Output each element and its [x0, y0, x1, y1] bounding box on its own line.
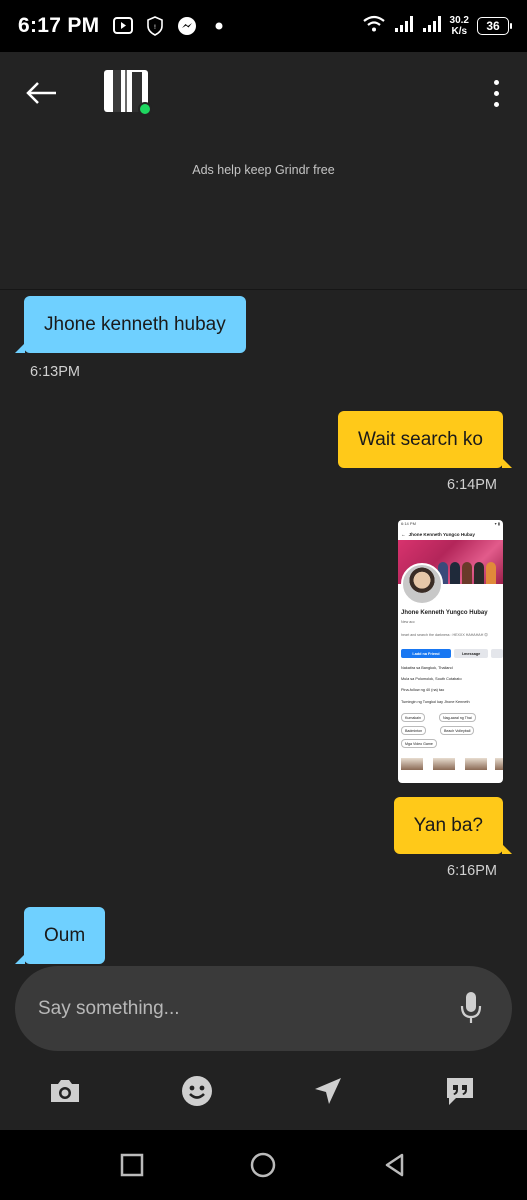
arrow-left-icon [26, 82, 56, 104]
back-nav-button[interactable] [382, 1152, 408, 1178]
signal-icon [394, 15, 414, 38]
status-time: 6:17 PM [18, 14, 100, 37]
svg-text:!: ! [154, 24, 156, 31]
message-bubble-incoming[interactable]: Oum [14, 907, 106, 964]
shared-image-message[interactable]: 6:14 PM ▾ ▮ ← Jhone Kenneth Yungco Hubay … [398, 520, 503, 783]
message-timestamp: 6:13PM [30, 364, 80, 380]
status-bar: 6:17 PM ! 30.2 K/s 36 [0, 0, 527, 52]
messenger-icon [177, 16, 197, 36]
message-timestamp: 6:14PM [447, 477, 497, 493]
camera-button[interactable] [48, 1074, 82, 1108]
system-navigation-bar [0, 1130, 527, 1200]
back-arrow-icon: ← [401, 531, 406, 537]
saved-phrases-button[interactable] [443, 1074, 477, 1108]
chat-actions-bar [0, 1057, 527, 1130]
location-button[interactable] [311, 1074, 345, 1108]
message-timestamp: 6:16PM [447, 863, 497, 879]
home-circle-icon [250, 1152, 276, 1178]
video-app-icon [113, 16, 134, 36]
more-options-button[interactable] [491, 80, 501, 110]
message-bubble-outgoing[interactable]: Yan ba? [393, 797, 513, 854]
network-speed: 30.2 K/s [449, 15, 469, 37]
recents-button[interactable] [119, 1152, 145, 1178]
wifi-icon [362, 14, 386, 39]
mic-button[interactable] [460, 991, 482, 1025]
online-status-dot [138, 102, 152, 116]
signal-icon [422, 15, 442, 38]
emoji-button[interactable] [180, 1074, 214, 1108]
ads-banner-text: Ads help keep Grindr free [192, 163, 335, 177]
message-bubble-incoming[interactable]: Jhone kenneth hubay [15, 296, 246, 353]
message-input[interactable] [38, 966, 438, 1051]
profile-photo [401, 563, 443, 605]
microphone-icon [460, 992, 482, 1023]
recents-square-icon [120, 1153, 144, 1177]
location-icon [315, 1078, 341, 1104]
message-bubble-outgoing[interactable]: Wait search ko [338, 411, 512, 468]
chat-header: Ads help keep Grindr free [0, 52, 527, 290]
emoji-icon [182, 1076, 212, 1106]
camera-icon [51, 1080, 79, 1102]
message-composer [15, 966, 512, 1051]
shield-notification-icon: ! [145, 16, 165, 36]
dot-icon [209, 16, 229, 36]
back-triangle-icon [385, 1153, 404, 1177]
home-button[interactable] [250, 1152, 276, 1178]
back-button[interactable] [24, 78, 60, 108]
saved-phrases-icon [447, 1078, 473, 1105]
battery-indicator: 36 [477, 17, 512, 35]
more-vert-icon [493, 80, 499, 85]
